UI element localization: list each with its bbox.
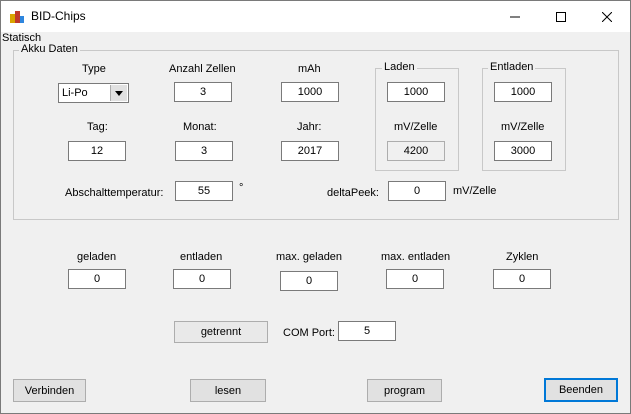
mah-field[interactable]: 1000 (281, 82, 339, 102)
mah-label: mAh (298, 63, 321, 75)
minimize-button[interactable] (492, 1, 538, 32)
close-button[interactable] (584, 1, 630, 32)
laden-field[interactable]: 1000 (387, 82, 445, 102)
com-port-field[interactable]: 5 (338, 321, 396, 341)
tag-value: 12 (90, 145, 104, 157)
chevron-down-icon[interactable] (110, 85, 127, 101)
geladen-field[interactable]: 0 (68, 269, 126, 289)
deltapeek-label: deltaPeek: (327, 187, 379, 199)
tag-label: Tag: (87, 121, 108, 133)
laden-value: 1000 (403, 86, 429, 98)
zyklen-label: Zyklen (506, 251, 539, 263)
program-label: program (384, 384, 425, 397)
window-title: BID-Chips (31, 9, 86, 23)
max-entladen-value: 0 (411, 273, 419, 285)
verbinden-label: Verbinden (24, 384, 75, 397)
entladen-count-field[interactable]: 0 (173, 269, 231, 289)
laden-title: Laden (382, 61, 417, 73)
lesen-button[interactable]: lesen (190, 379, 266, 402)
monat-label: Monat: (183, 121, 217, 133)
entladen-title: Entladen (488, 61, 536, 73)
deltapeek-field[interactable]: 0 (388, 181, 446, 201)
beenden-label: Beenden (558, 384, 604, 396)
close-icon (602, 11, 612, 22)
connection-status: getrennt (174, 321, 268, 343)
maximize-icon (556, 11, 566, 22)
max-geladen-field[interactable]: 0 (280, 271, 338, 291)
app-window: BID-Chips Statisch Akku Daten Type Anzah… (0, 0, 631, 414)
com-port-label: COM Port: (283, 327, 335, 339)
abschalttemperatur-value: 55 (197, 185, 211, 197)
entladen-field[interactable]: 1000 (494, 82, 552, 102)
entladen-mv-field[interactable]: 3000 (494, 141, 552, 161)
connection-status-text: getrennt (200, 326, 242, 338)
geladen-value: 0 (93, 273, 101, 285)
jahr-label: Jahr: (297, 121, 322, 133)
entladen-mv-label: mV/Zelle (501, 121, 545, 133)
jahr-field[interactable]: 2017 (281, 141, 339, 161)
abschalttemperatur-field[interactable]: 55 (175, 181, 233, 201)
type-select-value: Li-Po (62, 87, 88, 99)
maximize-button[interactable] (538, 1, 584, 32)
max-entladen-label: max. entladen (381, 251, 451, 263)
laden-mv-value: 4200 (403, 145, 429, 157)
abschalttemperatur-label: Abschalttemperatur: (65, 187, 164, 199)
zyklen-value: 0 (518, 273, 526, 285)
jahr-value: 2017 (297, 145, 323, 157)
entladen-value: 1000 (510, 86, 536, 98)
anzahl-zellen-label: Anzahl Zellen (169, 63, 236, 75)
max-geladen-label: max. geladen (276, 251, 343, 263)
deltapeek-unit: mV/Zelle (453, 185, 497, 197)
monat-value: 3 (200, 145, 208, 157)
max-entladen-field[interactable]: 0 (386, 269, 444, 289)
deltapeek-value: 0 (413, 185, 421, 197)
zyklen-field[interactable]: 0 (493, 269, 551, 289)
max-geladen-value: 0 (305, 275, 313, 287)
type-label: Type (82, 63, 106, 75)
title-bar: BID-Chips (1, 1, 630, 32)
entladen-count-value: 0 (198, 273, 206, 285)
verbinden-button[interactable]: Verbinden (13, 379, 86, 402)
akku-daten-title: Akku Daten (19, 43, 80, 55)
beenden-button[interactable]: Beenden (544, 378, 618, 402)
mah-value: 1000 (297, 86, 323, 98)
geladen-label: geladen (77, 251, 117, 263)
type-select[interactable]: Li-Po (58, 83, 129, 103)
anzahl-zellen-value: 3 (199, 86, 207, 98)
degree-unit: ° (239, 182, 244, 194)
program-button[interactable]: program (367, 379, 442, 402)
app-icon (9, 9, 25, 25)
monat-field[interactable]: 3 (175, 141, 233, 161)
tag-field[interactable]: 12 (68, 141, 126, 161)
anzahl-zellen-field[interactable]: 3 (174, 82, 232, 102)
laden-mv-field: 4200 (387, 141, 445, 161)
minimize-icon (510, 16, 520, 17)
entladen-mv-value: 3000 (510, 145, 536, 157)
entladen-count-label: entladen (180, 251, 223, 263)
com-port-value: 5 (363, 325, 371, 337)
laden-mv-label: mV/Zelle (394, 121, 438, 133)
lesen-label: lesen (214, 384, 242, 397)
